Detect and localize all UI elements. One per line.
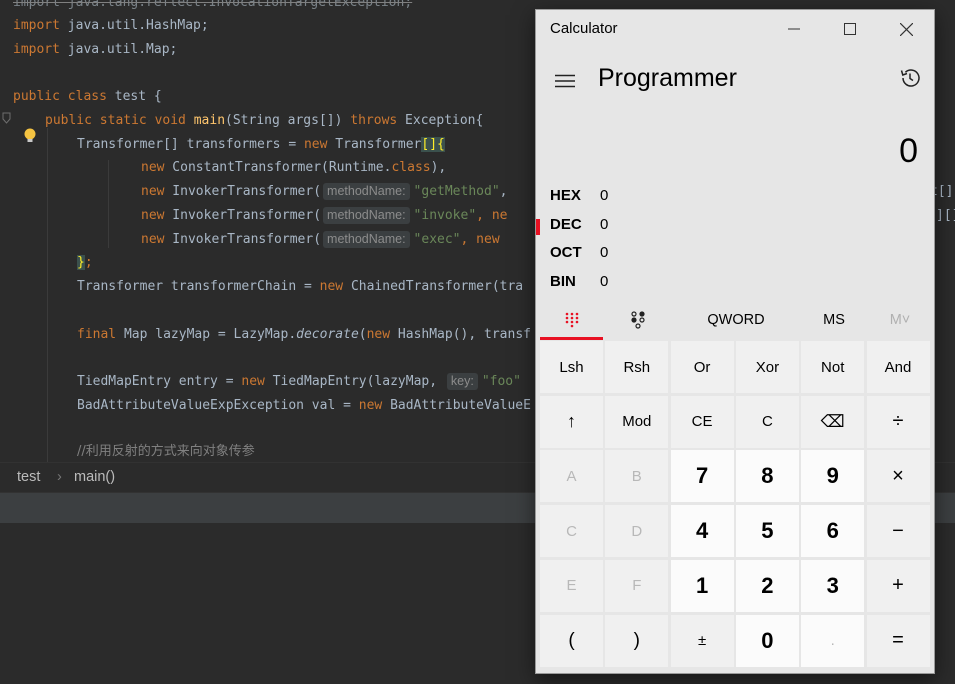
indent-guide — [47, 128, 48, 462]
backspace-button[interactable]: ⌫ — [801, 395, 865, 448]
digit-9-button[interactable]: 9 — [801, 450, 865, 503]
tab-bit-toggling[interactable] — [606, 300, 669, 340]
indent-guide — [108, 160, 109, 248]
digit-5-button[interactable]: 5 — [735, 505, 799, 558]
calculator-window: Calculator Programmer 0 HEX 0 DEC 0 OCT … — [535, 9, 935, 674]
mode-title: Programmer — [598, 64, 737, 92]
hex-e-button[interactable]: E — [540, 559, 603, 612]
param-hint: methodName: — [323, 183, 410, 200]
hex-c-button[interactable]: C — [540, 505, 603, 558]
chevron-right-icon: › — [57, 469, 62, 485]
code-line-13[interactable]: Transformer transformerChain = new Chain… — [77, 276, 523, 298]
multiply-button[interactable]: × — [866, 450, 930, 503]
code-line-1[interactable]: import java.lang.reflect.InvocationTarge… — [13, 0, 412, 14]
window-title: Calculator — [550, 20, 618, 37]
code-line-20[interactable]: //利用反射的方式来向对象传参 — [77, 441, 255, 462]
code-line-17[interactable]: TiedMapEntry entry = new TiedMapEntry(la… — [77, 371, 521, 393]
digit-3-button[interactable]: 3 — [801, 559, 865, 612]
word-size-button[interactable]: QWORD — [686, 300, 786, 340]
ce-button[interactable]: CE — [670, 395, 734, 448]
radix-oct[interactable]: OCT 0 — [536, 239, 934, 267]
param-hint: key: — [446, 373, 478, 390]
lsh-button[interactable]: Lsh — [540, 341, 603, 393]
maximize-icon — [844, 23, 856, 35]
add-button[interactable]: + — [866, 559, 930, 612]
bit-toggle-icon — [630, 311, 645, 329]
hex-d-button[interactable]: D — [605, 505, 669, 558]
menu-icon[interactable] — [554, 72, 576, 90]
decimal-button[interactable]: . — [801, 614, 865, 667]
negate-button[interactable]: ± — [670, 614, 734, 667]
radix-dec[interactable]: DEC 0 — [536, 211, 934, 239]
and-button[interactable]: And — [866, 341, 930, 393]
code-line-12[interactable]: }; — [77, 252, 93, 274]
param-hint: methodName: — [323, 207, 410, 224]
subtract-button[interactable]: − — [866, 505, 930, 558]
radix-bin[interactable]: BIN 0 — [536, 268, 934, 296]
code-line-8[interactable]: new ConstantTransformer(Runtime.class), — [141, 157, 446, 179]
active-tab-indicator — [540, 337, 603, 340]
breadcrumb-item-class[interactable]: test — [17, 469, 40, 485]
radix-hex[interactable]: HEX 0 — [536, 182, 934, 210]
title-bar[interactable]: Calculator — [536, 10, 934, 48]
digit-8-button[interactable]: 8 — [735, 450, 799, 503]
history-icon[interactable] — [898, 66, 922, 90]
open-paren-button[interactable]: ( — [540, 614, 603, 667]
not-button[interactable]: Not — [801, 341, 865, 393]
code-line-5[interactable]: public class test { — [13, 86, 162, 108]
close-icon — [899, 22, 913, 36]
memory-view-button[interactable]: M˅ — [872, 300, 928, 340]
minimize-icon — [788, 28, 800, 30]
digit-0-button[interactable]: 0 — [735, 614, 799, 667]
digit-6-button[interactable]: 6 — [801, 505, 865, 558]
equals-button[interactable]: = — [866, 614, 930, 667]
code-line-18[interactable]: BadAttributeValueExpException val = new … — [77, 395, 531, 417]
hex-f-button[interactable]: F — [605, 559, 669, 612]
code-line-9[interactable]: new InvokerTransformer(methodName: "getMe… — [141, 181, 507, 203]
hex-a-button[interactable]: A — [540, 450, 603, 503]
code-line-10[interactable]: new InvokerTransformer(methodName: "invok… — [141, 205, 507, 227]
fold-marker-icon[interactable] — [2, 112, 11, 124]
xor-button[interactable]: Xor — [735, 341, 799, 393]
tab-full-keypad[interactable] — [540, 300, 603, 340]
shift-button[interactable]: ↑ — [540, 395, 603, 448]
keypad-icon — [565, 312, 578, 328]
result-display: 0 — [899, 132, 918, 170]
divide-button[interactable]: ÷ — [866, 395, 930, 448]
lightbulb-icon[interactable] — [21, 127, 39, 145]
code-line-7[interactable]: Transformer[] transformers = new Transfo… — [77, 134, 445, 156]
code-fragment: ][]{n — [936, 208, 955, 223]
breadcrumb-item-method[interactable]: main() — [74, 469, 115, 485]
close-button[interactable] — [878, 10, 934, 48]
selected-indicator — [536, 219, 540, 235]
digit-7-button[interactable]: 7 — [670, 450, 734, 503]
code-line-11[interactable]: new InvokerTransformer(methodName: "exec"… — [141, 229, 500, 251]
maximize-button[interactable] — [822, 10, 878, 48]
code-line-15[interactable]: final Map lazyMap = LazyMap.decorate(new… — [77, 324, 531, 346]
code-line-2[interactable]: import java.util.HashMap; — [13, 15, 209, 37]
close-paren-button[interactable]: ) — [605, 614, 669, 667]
param-hint: methodName: — [323, 231, 410, 248]
rsh-button[interactable]: Rsh — [605, 341, 669, 393]
keypad-toolbar: QWORD MS M˅ — [536, 300, 934, 340]
mod-button[interactable]: Mod — [605, 395, 669, 448]
code-line-6[interactable]: public static void main(String args[]) t… — [45, 110, 483, 132]
or-button[interactable]: Or — [670, 341, 734, 393]
hex-b-button[interactable]: B — [605, 450, 669, 503]
minimize-button[interactable] — [766, 10, 822, 48]
digit-4-button[interactable]: 4 — [670, 505, 734, 558]
digit-2-button[interactable]: 2 — [735, 559, 799, 612]
code-line-3[interactable]: import java.util.Map; — [13, 39, 177, 61]
clear-button[interactable]: C — [735, 395, 799, 448]
memory-store-button[interactable]: MS — [806, 300, 862, 340]
digit-1-button[interactable]: 1 — [670, 559, 734, 612]
